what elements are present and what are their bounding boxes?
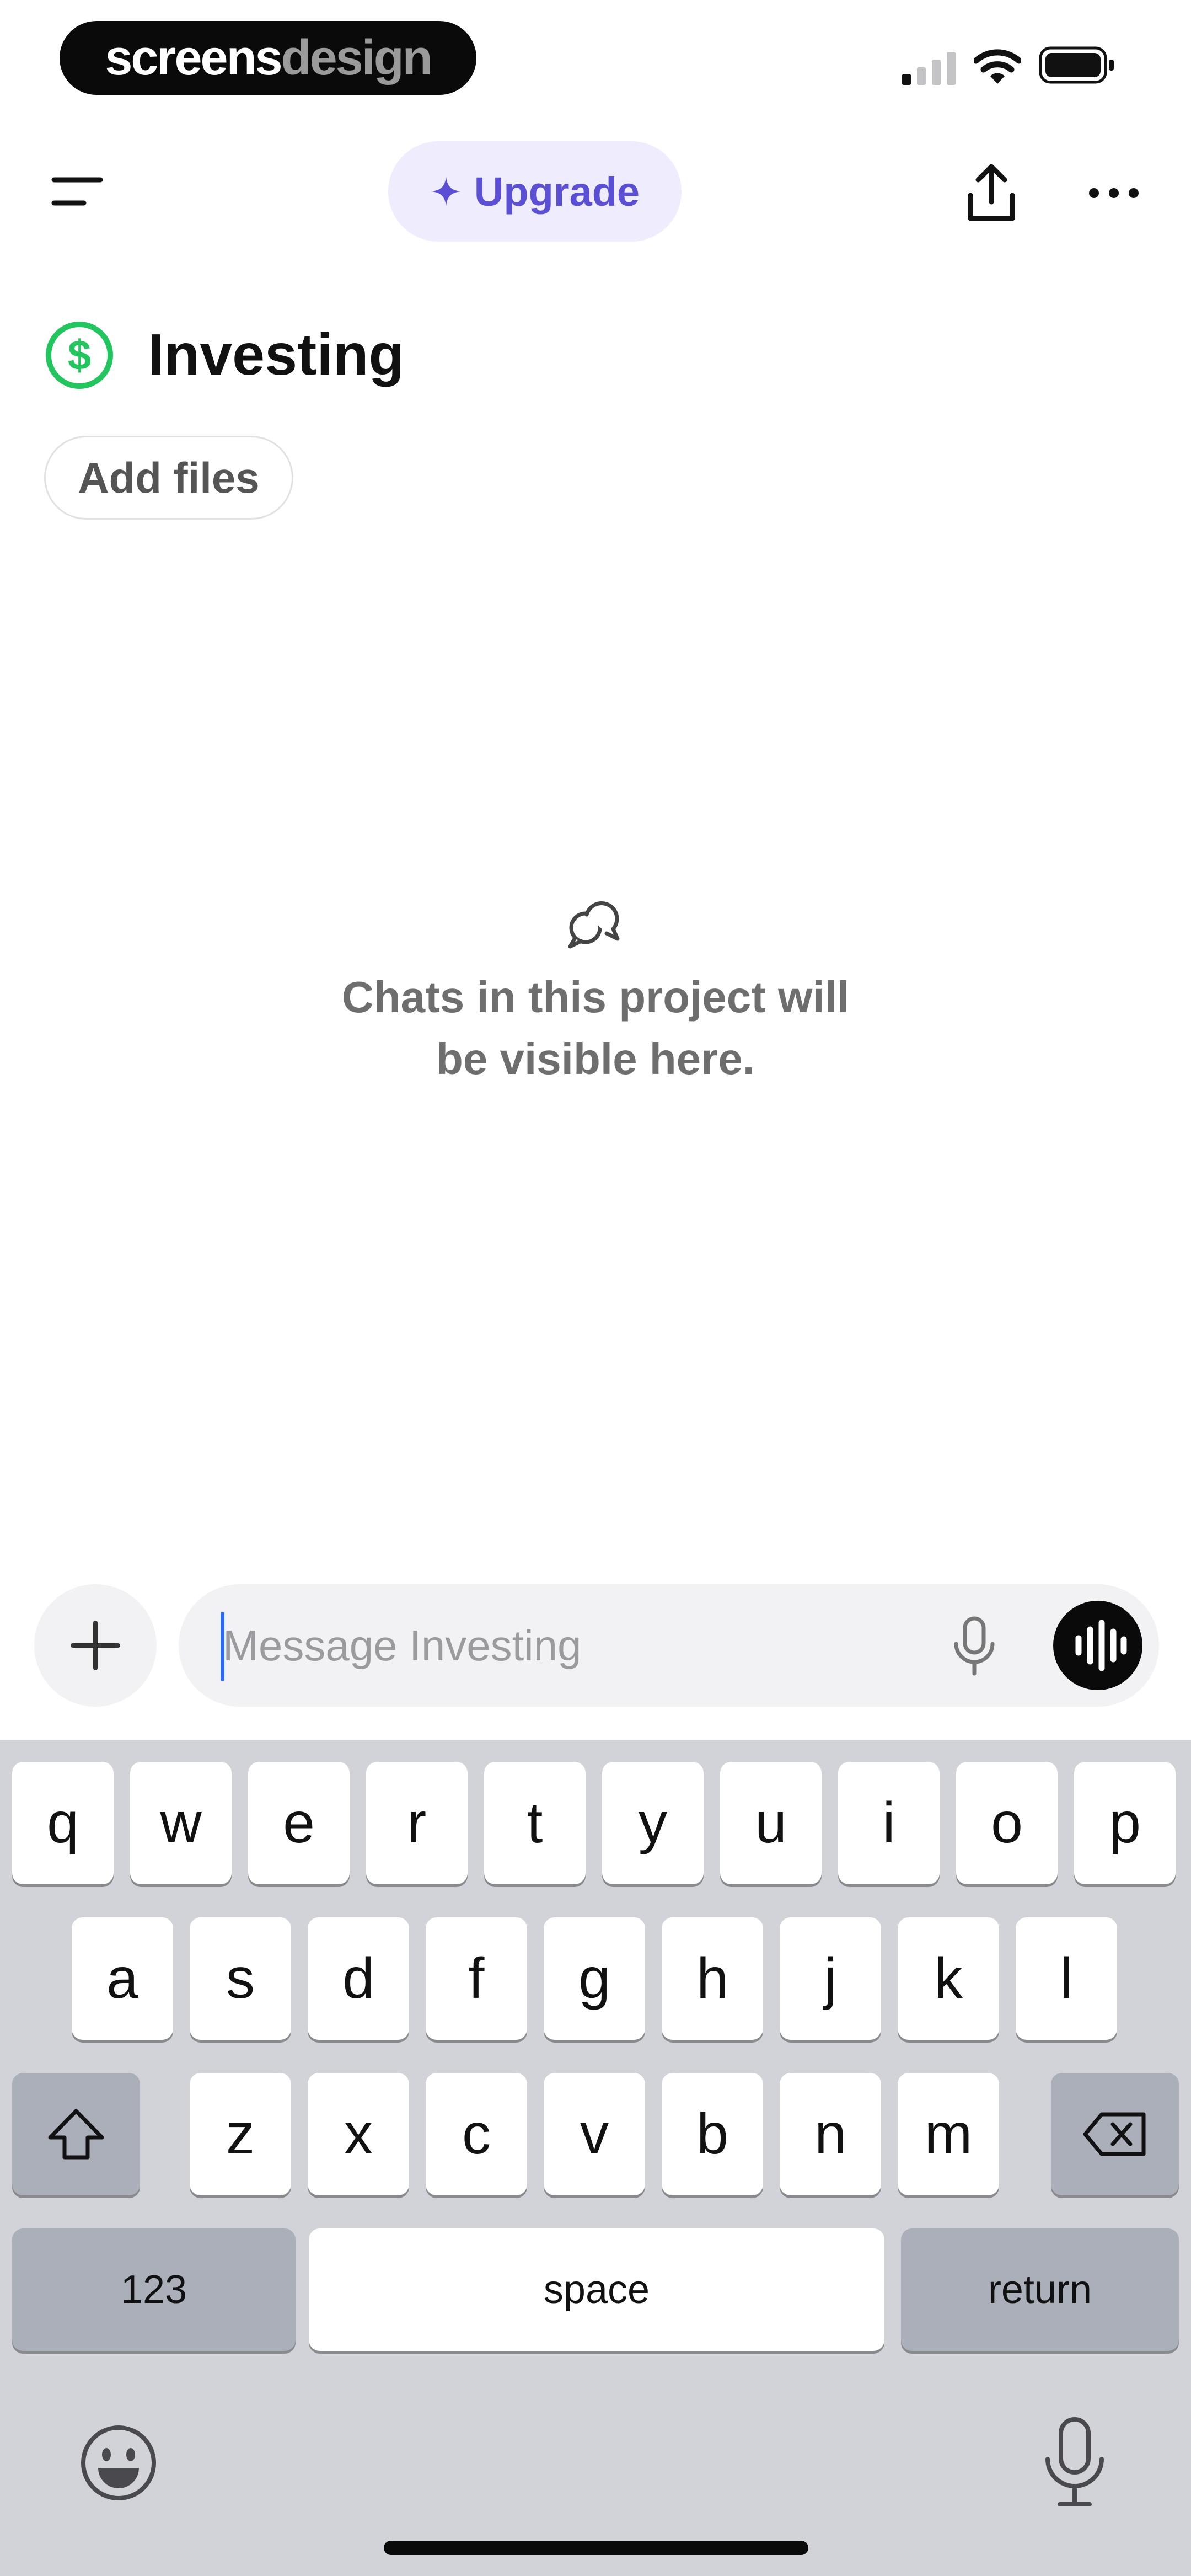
svg-text:$: $ [68,332,91,379]
key-m[interactable]: m [898,2073,999,2195]
key-i[interactable]: i [838,1762,940,1884]
message-input[interactable] [223,1600,918,1691]
share-icon[interactable] [964,163,1019,224]
dictation-icon[interactable] [1039,2416,1110,2510]
upgrade-label: Upgrade [474,168,640,215]
key-r[interactable]: r [366,1762,468,1884]
shift-icon [48,2109,104,2160]
key-u[interactable]: u [720,1762,822,1884]
badge-text-screens: screens [105,30,282,85]
key-h[interactable]: h [662,1917,763,2040]
empty-state-line1: Chats in this project will [341,972,850,1022]
emoji-icon[interactable] [77,2422,160,2504]
space-key[interactable]: space [309,2228,884,2351]
keyboard: q w e r t y u i o p a s d f g h j k l z … [0,1740,1191,2576]
empty-state-text: Chats in this project will be visible he… [265,966,926,1090]
key-o[interactable]: o [956,1762,1058,1884]
battery-icon [1039,46,1114,84]
key-e[interactable]: e [248,1762,350,1884]
home-indicator [384,2541,808,2555]
key-y[interactable]: y [602,1762,704,1884]
key-j[interactable]: j [780,1917,881,2040]
shift-key[interactable] [12,2073,140,2195]
key-p[interactable]: p [1074,1762,1176,1884]
voice-mode-button[interactable] [1053,1601,1142,1690]
key-a[interactable]: a [72,1917,173,2040]
attach-button[interactable] [34,1584,157,1707]
empty-state-line2: be visible here. [436,1034,755,1083]
dollar-circle-icon: $ [46,322,113,389]
more-icon[interactable] [1086,177,1141,210]
key-t[interactable]: t [484,1762,586,1884]
add-files-button[interactable]: Add files [44,436,293,520]
sparkle-icon [431,177,461,206]
voice-waveform-icon [1075,1620,1127,1671]
key-k[interactable]: k [898,1917,999,2040]
microphone-icon[interactable] [949,1616,999,1677]
key-f[interactable]: f [426,1917,527,2040]
cellular-signal-icon [902,52,956,85]
return-key[interactable]: return [901,2228,1179,2351]
numbers-key[interactable]: 123 [12,2228,296,2351]
menu-icon[interactable] [51,172,106,211]
backspace-icon [1083,2112,1146,2156]
key-n[interactable]: n [780,2073,881,2195]
upgrade-button[interactable]: Upgrade [388,141,682,242]
chat-bubbles-icon [568,901,620,949]
wifi-icon [974,49,1021,84]
key-w[interactable]: w [130,1762,232,1884]
screensdesign-badge: screens design [60,21,476,95]
key-s[interactable]: s [190,1917,291,2040]
text-caret [221,1612,224,1681]
key-v[interactable]: v [544,2073,645,2195]
badge-text-design: design [281,30,433,85]
key-c[interactable]: c [426,2073,527,2195]
key-x[interactable]: x [308,2073,409,2195]
backspace-key[interactable] [1051,2073,1179,2195]
key-b[interactable]: b [662,2073,763,2195]
plus-icon [71,1621,120,1670]
key-z[interactable]: z [190,2073,291,2195]
project-title: Investing [148,322,405,387]
key-g[interactable]: g [544,1917,645,2040]
key-d[interactable]: d [308,1917,409,2040]
key-q[interactable]: q [12,1762,114,1884]
key-l[interactable]: l [1016,1917,1117,2040]
